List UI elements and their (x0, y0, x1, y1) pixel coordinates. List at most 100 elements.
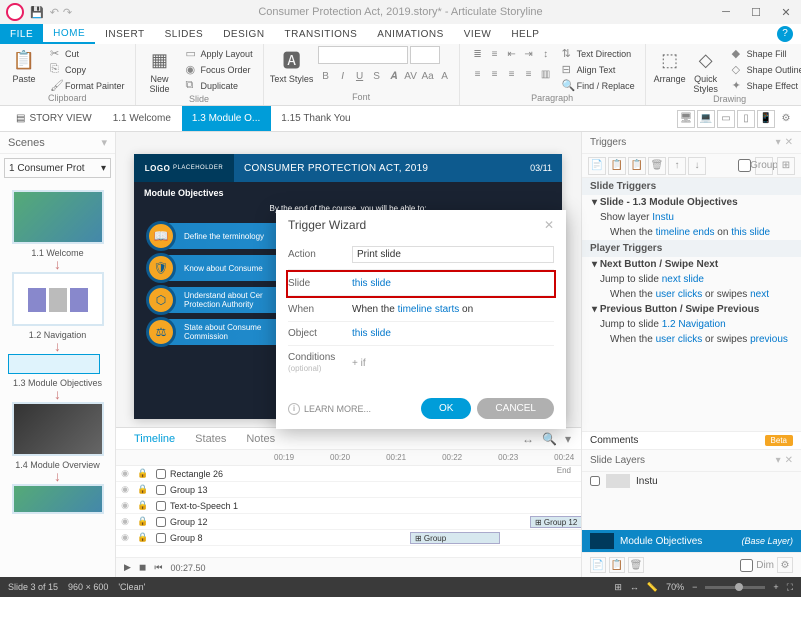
zoom-fit-icon[interactable]: ↔ (520, 432, 536, 446)
scene-thumb[interactable] (12, 484, 104, 514)
lock-icon[interactable]: 🔒 (134, 468, 152, 479)
trigger-item[interactable]: Jump to slide next slide (582, 272, 801, 287)
format-painter-button[interactable]: 🖌Format Painter (46, 78, 129, 93)
shadow-button[interactable]: 𝑨 (386, 68, 402, 84)
fit-icon[interactable]: ⊞ (614, 582, 622, 593)
trigger-prev-button[interactable]: ▾ Previous Button / Swipe Previous (582, 302, 801, 317)
font-color-button[interactable]: A (437, 68, 453, 84)
device-tablet-portrait-icon[interactable]: ▯ (737, 110, 755, 128)
find-replace-button[interactable]: 🔍Find / Replace (558, 78, 639, 93)
align-text-button[interactable]: ⊟Align Text (558, 62, 639, 77)
numbering-button[interactable]: ≡ (487, 46, 503, 62)
dialog-close-icon[interactable]: ✕ (544, 218, 554, 232)
focus-order-button[interactable]: ◉Focus Order (182, 62, 257, 77)
eye-icon[interactable]: ◉ (116, 468, 134, 479)
close-panel-icon[interactable]: ✕ (785, 455, 793, 466)
trigger-next-button[interactable]: ▾ Next Button / Swipe Next (582, 257, 801, 272)
trigger-item[interactable]: Show layer Instu (582, 210, 801, 225)
object-select[interactable]: this slide (352, 328, 554, 339)
learn-more-link[interactable]: iLEARN MORE... (288, 403, 371, 415)
align-left-button[interactable]: ≡ (470, 66, 486, 82)
justify-button[interactable]: ≡ (521, 66, 537, 82)
row-checkbox[interactable] (156, 501, 166, 511)
shape-effect-button[interactable]: ✦Shape Effect (728, 78, 801, 93)
quick-styles-button[interactable]: ◇Quick Styles (688, 46, 724, 94)
fit-width-icon[interactable]: ↔ (630, 582, 639, 592)
indent-inc-button[interactable]: ⇥ (521, 46, 537, 62)
copy-trigger-icon[interactable]: 📋 (608, 157, 626, 175)
states-tab[interactable]: States (185, 433, 236, 445)
fit-to-window-icon[interactable]: ⛶ (787, 582, 793, 593)
eye-icon[interactable]: ◉ (116, 516, 134, 527)
move-down-icon[interactable]: ↓ (688, 157, 706, 175)
timeline-clip[interactable]: ⊞ Group (410, 532, 500, 544)
scene-thumb-selected[interactable] (8, 354, 100, 374)
timeline-ruler[interactable]: 00:1900:2000:2100:2200:2300:2400:2500:26… (116, 450, 581, 466)
scene-thumb[interactable] (12, 190, 104, 244)
layer-visible-checkbox[interactable] (590, 476, 600, 486)
line-spacing-button[interactable]: ↕ (538, 46, 554, 62)
add-condition-button[interactable]: + if (352, 358, 554, 369)
device-phone-icon[interactable]: 📱 (757, 110, 775, 128)
trigger-slide-name[interactable]: ▾ Slide - 1.3 Module Objectives (582, 195, 801, 210)
tab-file[interactable]: FILE (0, 24, 43, 44)
italic-button[interactable]: I (335, 68, 351, 84)
bold-button[interactable]: B (318, 68, 334, 84)
timeline-clip[interactable]: ⊞ Group 12 (530, 516, 581, 528)
minimize-icon[interactable]: ─ (711, 6, 741, 19)
font-size-input[interactable] (410, 46, 440, 64)
device-laptop-icon[interactable]: 💻 (697, 110, 715, 128)
timeline-row[interactable]: ◉🔒Group 8⊞ Group (116, 530, 581, 546)
columns-button[interactable]: ▥ (538, 66, 554, 82)
lock-icon[interactable]: 🔒 (134, 532, 152, 543)
row-checkbox[interactable] (156, 533, 166, 543)
tab-home[interactable]: HOME (43, 24, 95, 44)
indent-dec-button[interactable]: ⇤ (504, 46, 520, 62)
when-field[interactable]: When the timeline starts on (352, 304, 554, 315)
lock-icon[interactable]: 🔒 (134, 516, 152, 527)
ruler-icon[interactable]: 📏 (647, 582, 658, 593)
shape-outline-button[interactable]: ◇Shape Outline (728, 62, 801, 77)
trigger-item[interactable]: When the user clicks or swipes previous (582, 332, 801, 347)
comments-header[interactable]: CommentsBeta (582, 431, 801, 450)
text-styles-button[interactable]: 🅰Text Styles (270, 46, 314, 84)
timeline-row[interactable]: ◉🔒Text-to-Speech 1 (116, 498, 581, 514)
slide-select[interactable]: this slide (352, 278, 554, 289)
new-slide-button[interactable]: ▦New Slide (142, 46, 178, 94)
help-icon[interactable]: ? (777, 26, 793, 42)
eye-icon[interactable]: ◉ (116, 532, 134, 543)
tab-help[interactable]: HELP (501, 24, 549, 44)
shape-fill-button[interactable]: ◆Shape Fill (728, 46, 801, 61)
strike-button[interactable]: S (369, 68, 385, 84)
undo-icon[interactable]: ↶ (50, 6, 59, 19)
eye-icon[interactable]: ◉ (116, 484, 134, 495)
cancel-button[interactable]: CANCEL (477, 398, 554, 419)
trigger-item[interactable]: Jump to slide 1.2 Navigation (582, 317, 801, 332)
trigger-item[interactable]: When the timeline ends on this slide (582, 225, 801, 240)
lock-icon[interactable]: 🔒 (134, 500, 152, 511)
bullets-button[interactable]: ≣ (470, 46, 486, 62)
row-checkbox[interactable] (156, 485, 166, 495)
zoom-out-icon[interactable]: − (692, 582, 697, 592)
case-button[interactable]: Aa (420, 68, 436, 84)
tab-animations[interactable]: ANIMATIONS (367, 24, 453, 44)
text-direction-button[interactable]: ⇅Text Direction (558, 46, 639, 61)
dim-checkbox[interactable] (740, 559, 753, 572)
stop-icon[interactable]: ◼ (139, 562, 146, 573)
align-center-button[interactable]: ≡ (487, 66, 503, 82)
delete-layer-icon[interactable]: 🗑 (628, 557, 644, 573)
timeline-row[interactable]: ◉🔒Rectangle 26 (116, 466, 581, 482)
duplicate-layer-icon[interactable]: 📋 (609, 557, 625, 573)
move-up-icon[interactable]: ↑ (668, 157, 686, 175)
paste-trigger-icon[interactable]: 📋 (628, 157, 646, 175)
close-panel-icon[interactable]: ✕ (785, 137, 793, 148)
apply-layout-button[interactable]: ▭Apply Layout (182, 46, 257, 61)
copy-button[interactable]: ⎘Copy (46, 62, 129, 77)
collapse-icon[interactable]: ▾ (776, 137, 781, 148)
slide-tab-module-objectives[interactable]: 1.3 Module O... (182, 106, 271, 131)
story-view-tab[interactable]: ▤STORY VIEW (6, 106, 103, 131)
scene-thumb[interactable] (12, 402, 104, 456)
action-select[interactable]: Print slide (352, 246, 554, 263)
lock-icon[interactable]: 🔒 (134, 484, 152, 495)
new-trigger-icon[interactable]: 📄 (588, 157, 606, 175)
